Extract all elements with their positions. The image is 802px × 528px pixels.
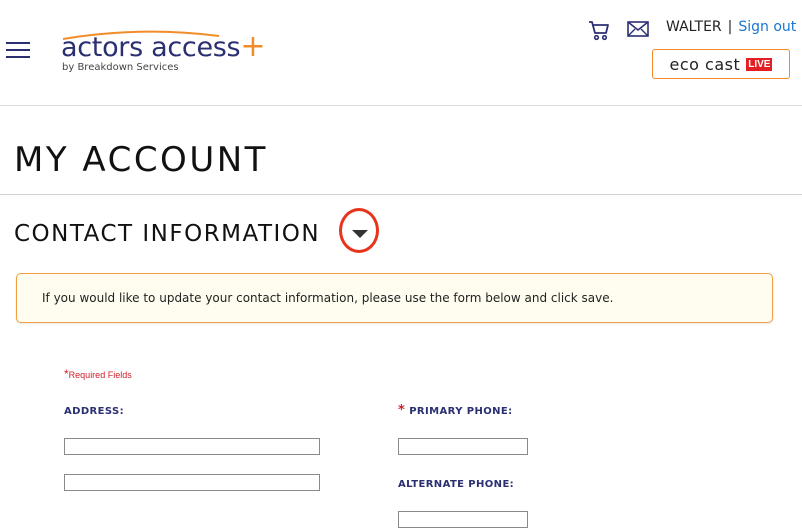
logo-subtitle: by Breakdown Services xyxy=(62,62,179,73)
address-line1-input[interactable] xyxy=(64,438,320,455)
required-note-text: Required Fields xyxy=(68,370,132,380)
required-fields-note: *Required Fields xyxy=(64,367,132,381)
title-divider xyxy=(0,194,802,195)
actors-access-logo[interactable]: actors access+ by Breakdown Services xyxy=(61,28,265,78)
user-nav: WALTER | Sign out xyxy=(666,18,796,36)
section-collapse-toggle[interactable] xyxy=(338,207,382,255)
page-title: MY ACCOUNT xyxy=(14,140,268,180)
user-separator: | xyxy=(727,19,733,35)
alternate-phone-label: ALTERNATE PHONE: xyxy=(398,479,515,490)
cart-icon[interactable] xyxy=(588,19,610,41)
logo-main-text: actors access xyxy=(61,32,241,63)
primary-phone-label-text: PRIMARY PHONE: xyxy=(409,406,513,417)
eco-cast-label: eco cast xyxy=(669,54,741,74)
logo-wordmark: actors access+ xyxy=(61,32,265,63)
address-line2-input[interactable] xyxy=(64,474,320,491)
sign-out-link[interactable]: Sign out xyxy=(738,19,796,35)
hamburger-menu-icon[interactable] xyxy=(6,42,30,60)
caret-down-icon xyxy=(352,230,368,238)
user-name: WALTER xyxy=(666,19,722,35)
primary-phone-input[interactable] xyxy=(398,438,528,455)
notice-text: If you would like to update your contact… xyxy=(42,291,614,305)
eco-cast-live-button[interactable]: eco cast LIVE xyxy=(652,49,790,79)
primary-phone-required-star: * xyxy=(398,403,406,418)
primary-phone-label: * PRIMARY PHONE: xyxy=(398,403,513,418)
section-title: CONTACT INFORMATION xyxy=(14,221,321,247)
mail-icon[interactable] xyxy=(627,20,649,38)
header-divider xyxy=(0,105,802,106)
info-notice: If you would like to update your contact… xyxy=(16,273,773,323)
logo-plus: + xyxy=(240,29,266,64)
live-badge: LIVE xyxy=(746,57,773,71)
alternate-phone-input[interactable] xyxy=(398,511,528,528)
address-label: ADDRESS: xyxy=(64,406,125,417)
